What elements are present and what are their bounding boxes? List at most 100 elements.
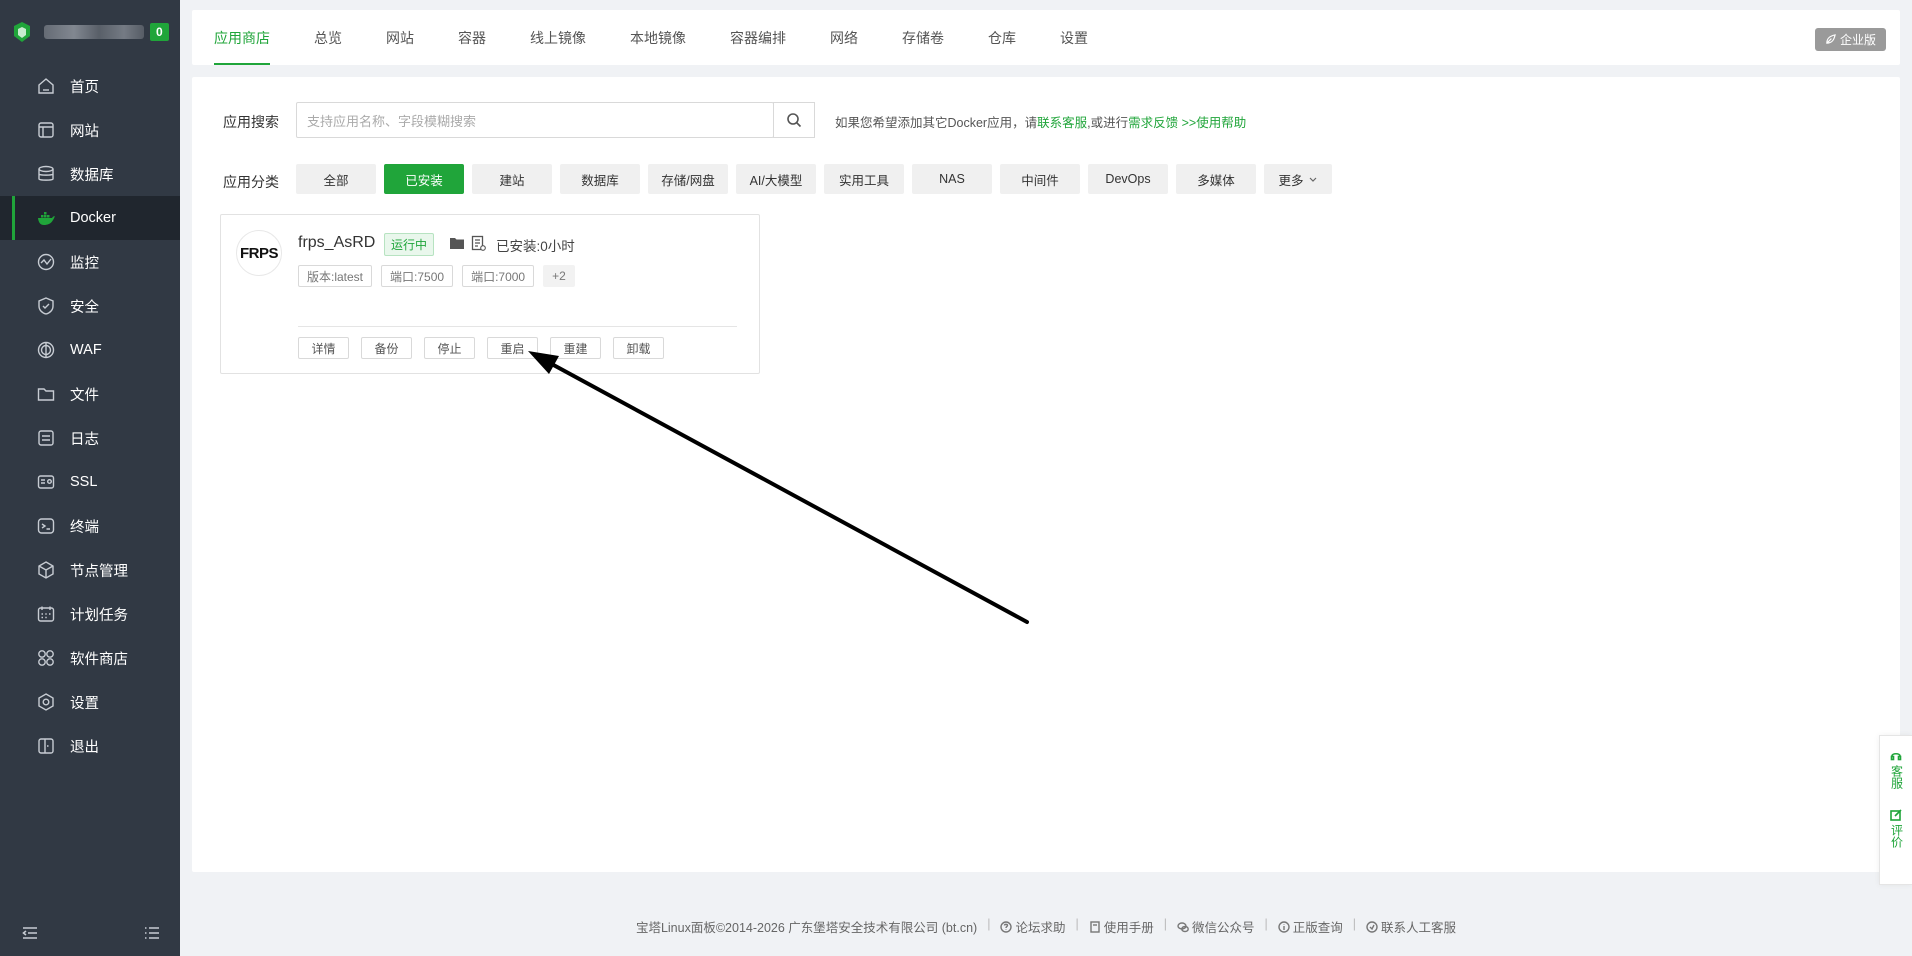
tab-app-store[interactable]: 应用商店 [192, 10, 292, 65]
sidebar-item-label: 首页 [70, 79, 99, 96]
docker-tab-bar: 应用商店 总览 网站 容器 线上镜像 本地镜像 容器编排 网络 存储卷 仓库 设… [192, 10, 1900, 65]
tab-overview[interactable]: 总览 [292, 10, 364, 65]
tab-local-images[interactable]: 本地镜像 [608, 10, 708, 65]
ssl-icon [37, 475, 55, 489]
question-icon [1000, 920, 1013, 933]
customer-service-button[interactable]: 客服 [1880, 736, 1912, 789]
tab-volumes[interactable]: 存储卷 [880, 10, 966, 65]
sidebar-item-cron[interactable]: 计划任务 [0, 592, 180, 636]
folder-icon [37, 388, 55, 401]
sidebar-item-logout[interactable]: 退出 [0, 724, 180, 768]
edit-icon [1890, 809, 1902, 821]
restart-button[interactable]: 重启 [487, 337, 538, 359]
more-ports-tag[interactable]: +2 [543, 265, 575, 287]
sidebar-item-terminal[interactable]: 终端 [0, 504, 180, 548]
search-hint: 如果您希望添加其它Docker应用，请联系客服,或进行需求反馈 >>使用帮助 [835, 112, 1246, 131]
app-card-frps: FRPS frps_AsRD 运行中 已安装:0小时 版本:latest 端口:… [220, 214, 760, 374]
sidebar-item-label: SSL [70, 474, 98, 490]
tab-network[interactable]: 网络 [808, 10, 880, 65]
port-tag[interactable]: 端口:7000 [462, 265, 535, 287]
book-icon [1090, 920, 1100, 933]
status-badge: 运行中 [384, 233, 435, 256]
menu-list-icon[interactable] [144, 926, 160, 940]
stop-button[interactable]: 停止 [424, 337, 475, 359]
log-file-icon[interactable] [471, 235, 486, 251]
sidebar-item-website[interactable]: 网站 [0, 108, 180, 152]
floating-help-widget: 客服 评价 [1879, 735, 1912, 885]
category-filter: 全部 已安装 建站 数据库 存储/网盘 AI/大模型 实用工具 NAS 中间件 … [296, 164, 1332, 194]
sidebar-item-label: 文件 [70, 387, 99, 404]
enterprise-label: 企业版 [1839, 33, 1876, 47]
category-storage[interactable]: 存储/网盘 [648, 164, 728, 194]
rebuild-button[interactable]: 重建 [550, 337, 601, 359]
review-label: 评价 [1889, 824, 1904, 848]
tab-settings[interactable]: 设置 [1038, 10, 1110, 65]
hint-text: 如果您希望添加其它Docker应用，请 [835, 116, 1038, 130]
sidebar-item-nodes[interactable]: 节点管理 [0, 548, 180, 592]
calendar-icon [37, 606, 55, 622]
sidebar-item-docker[interactable]: Docker [0, 196, 180, 240]
separator: | [1163, 917, 1167, 931]
sidebar-item-store[interactable]: 软件商店 [0, 636, 180, 680]
monitor-icon [37, 253, 55, 271]
details-button[interactable]: 详情 [298, 337, 349, 359]
apps-icon [38, 650, 54, 666]
enterprise-badge[interactable]: 企业版 [1814, 28, 1886, 51]
sidebar-item-home[interactable]: 首页 [0, 64, 180, 108]
app-store-panel: 应用搜索 支持应用名称、字段模糊搜索 如果您希望添加其它Docker应用，请联系… [192, 77, 1900, 872]
sidebar-item-monitor[interactable]: 监控 [0, 240, 180, 284]
divider [298, 326, 737, 327]
bt-logo-icon [14, 22, 30, 42]
wechat-link[interactable]: 微信公众号 [1177, 917, 1255, 936]
category-devops[interactable]: DevOps [1088, 164, 1168, 194]
genuine-check-link[interactable]: 正版查询 [1278, 917, 1343, 936]
tab-compose[interactable]: 容器编排 [708, 10, 808, 65]
tab-website[interactable]: 网站 [364, 10, 436, 65]
review-button[interactable]: 评价 [1880, 789, 1912, 848]
search-label: 应用搜索 [223, 114, 279, 130]
category-middleware[interactable]: 中间件 [1000, 164, 1080, 194]
separator: | [1352, 917, 1357, 931]
info-icon [1278, 920, 1290, 933]
sidebar-item-label: 监控 [70, 255, 99, 272]
category-installed[interactable]: 已安装 [384, 164, 464, 194]
tab-registry[interactable]: 仓库 [966, 10, 1038, 65]
app-search-input[interactable]: 支持应用名称、字段模糊搜索 [296, 102, 774, 138]
feedback-link[interactable]: 需求反馈 [1128, 116, 1178, 130]
sidebar-item-database[interactable]: 数据库 [0, 152, 180, 196]
sidebar-item-security[interactable]: 安全 [0, 284, 180, 328]
sidebar-item-label: WAF [70, 342, 102, 358]
forum-link[interactable]: 论坛求助 [1000, 917, 1065, 936]
contact-support-link[interactable]: 联系客服 [1037, 116, 1087, 130]
manual-link[interactable]: 使用手册 [1089, 917, 1154, 936]
category-tools[interactable]: 实用工具 [824, 164, 904, 194]
open-folder-icon[interactable] [449, 236, 465, 250]
sidebar-item-settings[interactable]: 设置 [0, 680, 180, 724]
sidebar-item-label: 安全 [70, 299, 99, 316]
backup-button[interactable]: 备份 [361, 337, 412, 359]
sidebar-item-waf[interactable]: WAF [0, 328, 180, 372]
category-database[interactable]: 数据库 [560, 164, 640, 194]
search-button[interactable] [773, 102, 815, 138]
sidebar-item-logs[interactable]: 日志 [0, 416, 180, 460]
sidebar-item-label: 终端 [70, 519, 99, 536]
category-more[interactable]: 更多 [1264, 164, 1332, 194]
uninstall-button[interactable]: 卸载 [613, 337, 664, 359]
collapse-sidebar-icon[interactable] [22, 926, 38, 940]
category-website[interactable]: 建站 [472, 164, 552, 194]
sidebar-item-ssl[interactable]: SSL [0, 460, 180, 504]
separator: | [1264, 917, 1268, 931]
category-nas[interactable]: NAS [912, 164, 992, 194]
category-all[interactable]: 全部 [296, 164, 376, 194]
tab-containers[interactable]: 容器 [436, 10, 508, 65]
sidebar-footer [0, 926, 180, 940]
headset-icon [1890, 752, 1902, 761]
port-tag[interactable]: 端口:7500 [381, 265, 454, 287]
tab-online-images[interactable]: 线上镜像 [508, 10, 608, 65]
node-icon [38, 561, 54, 579]
human-support-link[interactable]: 联系人工客服 [1366, 917, 1456, 936]
sidebar-item-files[interactable]: 文件 [0, 372, 180, 416]
category-media[interactable]: 多媒体 [1176, 164, 1256, 194]
help-link[interactable]: >>使用帮助 [1178, 116, 1247, 130]
category-ai[interactable]: AI/大模型 [736, 164, 816, 194]
